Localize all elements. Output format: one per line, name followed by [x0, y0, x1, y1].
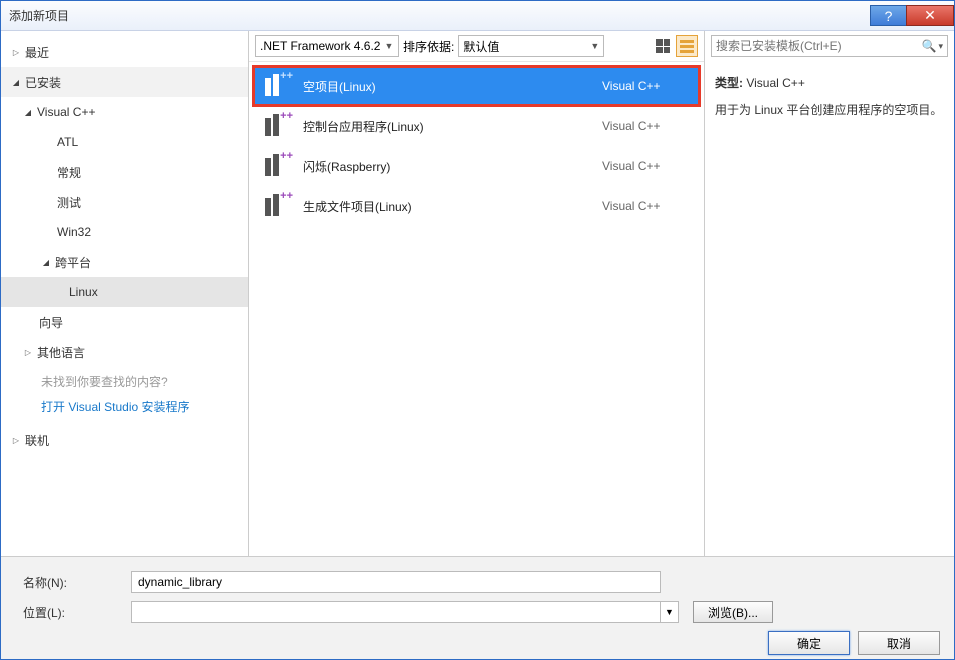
- tree-label: Linux: [69, 285, 98, 299]
- tree-help-text: 未找到你要查找的内容?: [1, 367, 248, 396]
- tree-label: Win32: [57, 225, 91, 239]
- tree-visual-cpp[interactable]: Visual C++: [1, 97, 248, 127]
- tree-label: 测试: [57, 194, 81, 211]
- chevron-right-icon: [21, 345, 35, 359]
- sort-value: 默认值: [463, 38, 499, 55]
- template-empty-linux[interactable]: ++ 空项目(Linux) Visual C++: [253, 66, 700, 106]
- tree-label: 跨平台: [55, 254, 91, 271]
- chevron-right-icon: [9, 45, 23, 59]
- detail-type-value: Visual C++: [746, 76, 804, 90]
- tree-label: 联机: [25, 432, 49, 449]
- search-icon: 🔍: [922, 39, 937, 53]
- chevron-down-icon: [9, 75, 23, 89]
- detail-description: 用于为 Linux 平台创建应用程序的空项目。: [715, 101, 944, 120]
- open-installer-link[interactable]: 打开 Visual Studio 安装程序: [1, 396, 248, 425]
- right-panel: 🔍 ▾ 类型: Visual C++ 用于为 Linux 平台创建应用程序的空项…: [704, 31, 954, 556]
- tree-crossplatform[interactable]: 跨平台: [1, 247, 248, 277]
- tree-label: 最近: [25, 44, 49, 61]
- chevron-down-icon: [21, 105, 35, 119]
- main-content: 最近 已安装 Visual C++ ATL 常规 测试 Win32 跨平台 Li…: [1, 31, 954, 556]
- name-row: 名称(N):: [23, 571, 940, 593]
- location-input[interactable]: [131, 601, 661, 623]
- template-type: Visual C++: [602, 199, 692, 213]
- category-tree: 最近 已安装 Visual C++ ATL 常规 测试 Win32 跨平台 Li…: [1, 31, 248, 556]
- template-list: ++ 空项目(Linux) Visual C++ ++ 控制台应用程序(Linu…: [249, 62, 704, 556]
- template-blink-raspberry[interactable]: ++ 闪烁(Raspberry) Visual C++: [253, 146, 700, 186]
- view-grid-button[interactable]: [652, 35, 674, 57]
- chevron-down-icon: ▼: [384, 41, 393, 51]
- view-list-button[interactable]: [676, 35, 698, 57]
- tree-other-lang[interactable]: 其他语言: [1, 337, 248, 367]
- sort-label: 排序依据:: [403, 38, 454, 55]
- toolbar: .NET Framework 4.6.2 ▼ 排序依据: 默认值 ▼: [249, 31, 704, 62]
- window-title: 添加新项目: [9, 7, 870, 24]
- chevron-right-icon: [9, 433, 23, 447]
- view-buttons: [652, 35, 698, 57]
- tree-label: ATL: [57, 135, 78, 149]
- template-name: 控制台应用程序(Linux): [303, 118, 602, 135]
- sort-dropdown[interactable]: 默认值 ▼: [458, 35, 604, 57]
- tree-label: 其他语言: [37, 344, 85, 361]
- ok-button[interactable]: 确定: [768, 631, 850, 655]
- tree-win32[interactable]: Win32: [1, 217, 248, 247]
- template-console-linux[interactable]: ++ 控制台应用程序(Linux) Visual C++: [253, 106, 700, 146]
- framework-value: .NET Framework 4.6.2: [260, 39, 380, 53]
- tree-panel: 最近 已安装 Visual C++ ATL 常规 测试 Win32 跨平台 Li…: [1, 31, 249, 556]
- search-input[interactable]: [716, 39, 922, 53]
- tree-label: 常规: [57, 164, 81, 181]
- tree-label: Visual C++: [37, 105, 95, 119]
- tree-wizard[interactable]: 向导: [1, 307, 248, 337]
- titlebar-buttons: ? ✕: [870, 5, 954, 26]
- template-icon: ++: [261, 70, 293, 102]
- framework-dropdown[interactable]: .NET Framework 4.6.2 ▼: [255, 35, 399, 57]
- template-type: Visual C++: [602, 119, 692, 133]
- template-name: 闪烁(Raspberry): [303, 158, 602, 175]
- template-details: 类型: Visual C++ 用于为 Linux 平台创建应用程序的空项目。: [705, 62, 954, 132]
- action-buttons: 确定 取消: [23, 631, 940, 655]
- help-button[interactable]: ?: [870, 5, 906, 26]
- template-type: Visual C++: [602, 159, 692, 173]
- detail-type-label: 类型:: [715, 76, 743, 90]
- chevron-down-icon: ▼: [590, 41, 599, 51]
- template-makefile-linux[interactable]: ++ 生成文件项目(Linux) Visual C++: [253, 186, 700, 226]
- tree-label: 已安装: [25, 74, 61, 91]
- tree-recent[interactable]: 最近: [1, 37, 248, 67]
- template-icon: ++: [261, 110, 293, 142]
- tree-label: 向导: [39, 314, 63, 331]
- chevron-down-icon: ▾: [938, 41, 943, 52]
- titlebar: 添加新项目 ? ✕: [1, 1, 954, 31]
- tree-installed[interactable]: 已安装: [1, 67, 248, 97]
- tree-linux[interactable]: Linux: [1, 277, 248, 307]
- tree-general[interactable]: 常规: [1, 157, 248, 187]
- grid-icon: [656, 39, 670, 53]
- template-icon: ++: [261, 190, 293, 222]
- browse-button[interactable]: 浏览(B)...: [693, 601, 773, 623]
- template-name: 空项目(Linux): [303, 78, 602, 95]
- tree-atl[interactable]: ATL: [1, 127, 248, 157]
- bottom-panel: 名称(N): 位置(L): ▼ 浏览(B)... 确定 取消: [1, 556, 954, 659]
- location-dropdown-button[interactable]: ▼: [661, 601, 679, 623]
- search-box[interactable]: 🔍 ▾: [711, 35, 948, 57]
- list-icon: [680, 40, 694, 53]
- search-row: 🔍 ▾: [705, 31, 954, 62]
- name-label: 名称(N):: [23, 574, 131, 591]
- close-button[interactable]: ✕: [906, 5, 954, 26]
- template-type: Visual C++: [602, 79, 692, 93]
- cancel-button[interactable]: 取消: [858, 631, 940, 655]
- chevron-down-icon: [39, 255, 53, 269]
- location-label: 位置(L):: [23, 604, 131, 621]
- tree-test[interactable]: 测试: [1, 187, 248, 217]
- tree-online[interactable]: 联机: [1, 425, 248, 455]
- name-input[interactable]: [131, 571, 661, 593]
- center-panel: .NET Framework 4.6.2 ▼ 排序依据: 默认值 ▼ ++ 空项目(…: [249, 31, 704, 556]
- template-name: 生成文件项目(Linux): [303, 198, 602, 215]
- template-icon: ++: [261, 150, 293, 182]
- location-row: 位置(L): ▼ 浏览(B)...: [23, 601, 940, 623]
